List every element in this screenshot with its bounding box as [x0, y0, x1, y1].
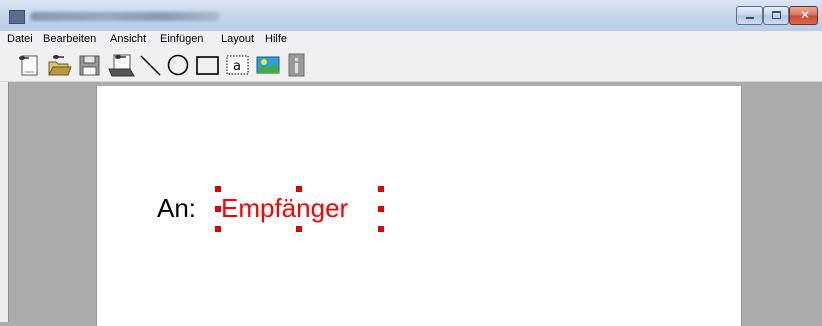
menu-bar: Datei Bearbeiten Ansicht Einfügen Layout… — [0, 31, 822, 48]
image-tool-button[interactable] — [256, 53, 280, 77]
open-button[interactable] — [46, 53, 72, 77]
text-tool-glyph: a — [233, 59, 241, 74]
ellipse-tool-button[interactable] — [166, 53, 190, 77]
maximize-icon — [772, 11, 781, 19]
title-bar: ✕ — [0, 0, 822, 31]
app-icon — [9, 10, 25, 24]
menu-hilfe[interactable]: Hilfe — [265, 33, 287, 45]
recipient-field-text[interactable]: Empfänger — [221, 192, 348, 224]
ellipse-tool-icon — [167, 54, 189, 76]
new-document-button[interactable] — [16, 53, 42, 77]
save-disk-icon — [79, 55, 100, 76]
menu-layout[interactable]: Layout — [221, 33, 254, 45]
left-ruler-strip — [0, 82, 9, 322]
selection-handle-top-center[interactable] — [296, 186, 302, 192]
open-folder-icon — [48, 55, 72, 76]
text-tool-icon: a — [226, 55, 249, 75]
right-workspace — [743, 82, 822, 322]
close-icon: ✕ — [800, 8, 811, 22]
selection-handle-middle-right[interactable] — [378, 206, 384, 212]
toolbar: a — [0, 48, 822, 82]
image-tool-icon — [256, 56, 280, 74]
menu-datei[interactable]: Datei — [7, 33, 33, 45]
new-document-icon — [19, 55, 38, 76]
minimize-icon — [746, 17, 754, 19]
print-icon — [108, 54, 135, 77]
rectangle-tool-icon — [196, 56, 219, 75]
rectangle-tool-button[interactable] — [195, 53, 221, 77]
info-icon — [288, 53, 305, 77]
line-tool-button[interactable] — [139, 53, 163, 77]
menu-ansicht[interactable]: Ansicht — [110, 33, 146, 45]
selection-handle-bottom-center[interactable] — [296, 226, 302, 232]
info-button[interactable] — [287, 53, 307, 77]
selection-handle-middle-left[interactable] — [215, 206, 221, 212]
selection-handle-bottom-left[interactable] — [215, 226, 221, 232]
line-tool-icon — [140, 55, 161, 76]
selection-handle-bottom-right[interactable] — [378, 226, 384, 232]
selection-handle-top-right[interactable] — [378, 186, 384, 192]
text-tool-button[interactable]: a — [225, 53, 251, 77]
save-button[interactable] — [76, 53, 102, 77]
maximize-button[interactable] — [763, 6, 789, 25]
print-button[interactable] — [106, 53, 138, 77]
menu-bearbeiten[interactable]: Bearbeiten — [43, 33, 96, 45]
recipient-prefix-text: An: — [157, 193, 197, 223]
close-button[interactable]: ✕ — [789, 6, 818, 25]
selection-handle-top-left[interactable] — [215, 186, 221, 192]
minimize-button[interactable] — [736, 6, 763, 25]
menu-einfuegen[interactable]: Einfügen — [160, 33, 203, 45]
window-title-blurred — [30, 12, 220, 21]
